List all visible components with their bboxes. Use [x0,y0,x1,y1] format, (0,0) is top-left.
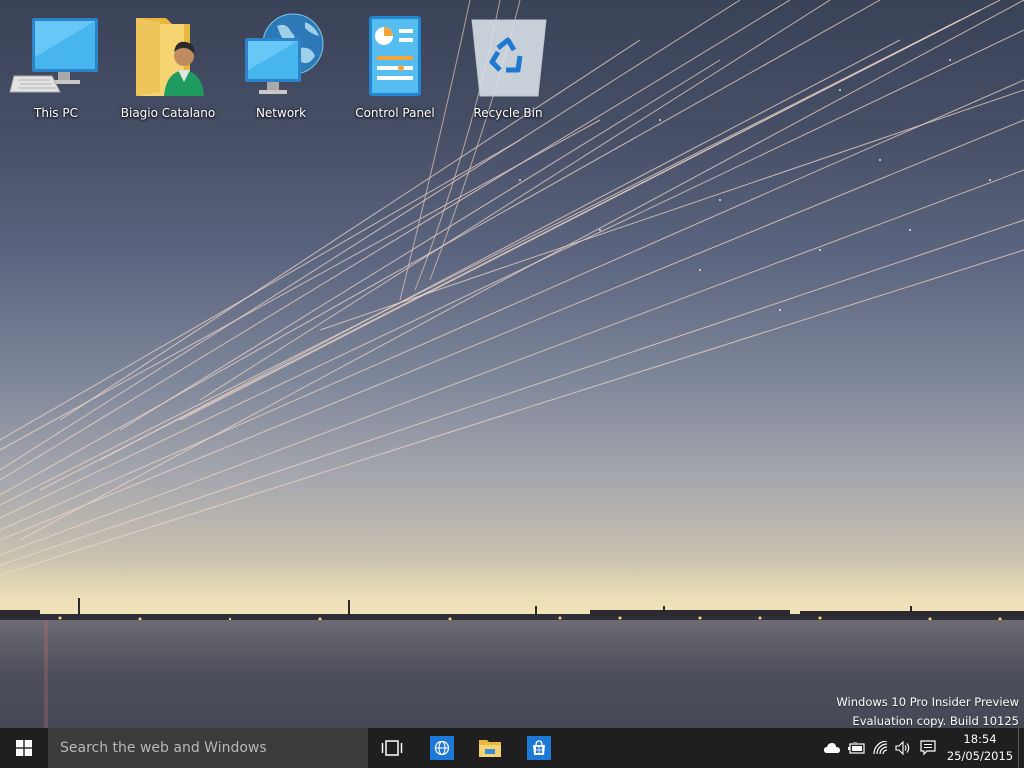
watermark-edition: Windows 10 Pro Insider Preview [836,695,1019,709]
start-button[interactable] [0,728,48,768]
action-center-icon [920,740,936,756]
clock-date: 25/05/2015 [946,749,1014,763]
desktop-icon-label: Biagio Catalano [120,106,216,120]
volume-icon [895,741,910,755]
recycle-bin-icon [471,19,547,97]
search-input[interactable]: Search the web and Windows [48,728,368,768]
taskbar: Search the web and Windows 18:54 25/05/2… [0,728,1024,768]
onedrive-tray-button[interactable] [820,728,844,768]
windows-logo-icon [16,740,32,756]
volume-tray-button[interactable] [892,728,916,768]
desktop-icon-network[interactable]: Network [231,8,331,126]
wifi-tray-button[interactable] [869,728,893,768]
desktop[interactable]: This PC Biagio Catalano Network Control … [0,0,1024,728]
control-panel-icon [369,16,421,96]
wifi-icon [873,741,888,755]
desktop-icon-label: This PC [34,106,78,120]
store-taskbar-button[interactable] [515,728,563,768]
browser-taskbar-button[interactable] [418,728,466,768]
desktop-icon-recycle-bin[interactable]: Recycle Bin [458,8,558,126]
desktop-icon-control-panel[interactable]: Control Panel [345,8,445,126]
onedrive-cloud-icon [824,743,840,753]
battery-icon [848,742,865,754]
search-placeholder: Search the web and Windows [60,740,267,756]
desktop-icon-this-pc[interactable]: This PC [6,8,106,126]
desktop-icon-label: Control Panel [355,106,435,120]
task-view-icon [381,740,403,756]
taskbar-clock[interactable]: 18:54 25/05/2015 [942,731,1018,765]
browser-globe-icon [430,736,454,760]
show-desktop-button[interactable] [1018,728,1024,768]
user-folder-icon [136,18,204,96]
desktop-icon-user-folder[interactable]: Biagio Catalano [118,8,218,126]
battery-tray-button[interactable] [845,728,869,768]
watermark-build: Evaluation copy. Build 10125 [852,714,1019,728]
computer-icon [9,18,98,93]
action-center-button[interactable] [916,728,940,768]
task-view-button[interactable] [368,728,416,768]
clock-time: 18:54 [963,732,997,746]
file-explorer-taskbar-button[interactable] [466,728,514,768]
store-icon [527,736,551,760]
desktop-icon-label: Network [255,106,307,120]
file-explorer-icon [479,740,501,757]
windows-watermark: Windows 10 Pro Insider Preview Evaluatio… [836,693,1019,728]
desktop-icon-label: Recycle Bin [473,106,543,120]
network-icon [245,13,324,94]
